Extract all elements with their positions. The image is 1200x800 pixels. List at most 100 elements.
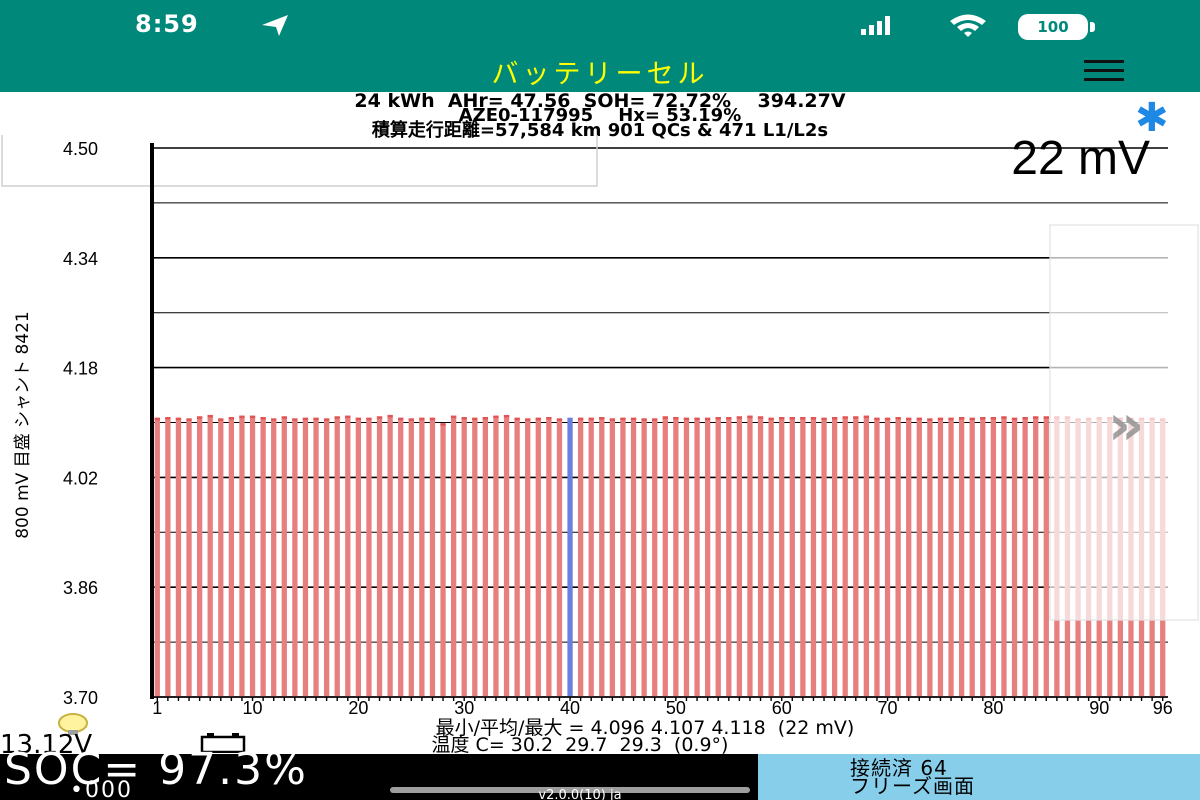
cell-bar bbox=[916, 417, 922, 697]
freeze-screen-button[interactable]: 接続済 64 フリーズ画面 bbox=[758, 754, 1200, 800]
cell-bar bbox=[757, 416, 764, 697]
cell-bar bbox=[271, 418, 277, 697]
cell-bar bbox=[1043, 416, 1049, 697]
cell-bar bbox=[747, 415, 753, 697]
cell-bar bbox=[387, 414, 393, 697]
star-icon[interactable]: ✱ bbox=[1135, 98, 1171, 138]
cell-bar bbox=[218, 418, 224, 697]
chart-bars bbox=[154, 414, 1166, 697]
cell-voltage-chart: 4.504.344.184.023.863.70 1 10 20 30 40 50 60 70 8… bbox=[1, 135, 1199, 715]
cell-bar-cap bbox=[652, 418, 658, 421]
location-arrow-icon bbox=[262, 15, 288, 36]
status-time: 8:59 bbox=[135, 10, 199, 38]
cell-bar bbox=[810, 417, 817, 697]
cell-bar-cap bbox=[334, 416, 340, 419]
soc-panel: SOC= 97.3% •000 v2.0.0(10) ja bbox=[0, 748, 758, 800]
cell-bar bbox=[461, 417, 467, 697]
cell-bar-cap bbox=[292, 418, 298, 421]
cell-bar-cap bbox=[440, 423, 446, 426]
cell-bar bbox=[715, 417, 721, 697]
cell-bar-cap bbox=[958, 417, 965, 420]
cell-bar-cap bbox=[408, 418, 414, 421]
cell-bar-cap bbox=[916, 417, 922, 421]
y-axis-label: 800 mV 目盛 シャント 8421 bbox=[13, 311, 33, 539]
cell-bar-cap bbox=[514, 417, 520, 421]
cell-bar bbox=[853, 416, 859, 697]
cell-bar bbox=[620, 417, 626, 697]
y-tick-label: 4.18 bbox=[63, 359, 98, 379]
cell-bar bbox=[683, 417, 690, 697]
cell-bar-cap bbox=[207, 414, 213, 418]
cell-bar-cap bbox=[937, 417, 944, 421]
cell-bar bbox=[874, 417, 880, 697]
page-title: バッテリーセル bbox=[491, 59, 709, 90]
cell-bar-cap bbox=[260, 417, 266, 420]
cell-bar bbox=[895, 417, 901, 697]
cell-bar-cap bbox=[906, 417, 912, 421]
cell-bar bbox=[313, 417, 319, 697]
cell-bar bbox=[599, 417, 605, 697]
cell-bar bbox=[249, 415, 256, 697]
cell-bar-cap bbox=[577, 417, 584, 421]
wifi-icon bbox=[950, 14, 986, 37]
cell-bar-cap bbox=[313, 417, 319, 421]
cell-bar bbox=[366, 417, 372, 697]
status-bar: 8:59 100 bbox=[0, 0, 1200, 48]
cell-bar bbox=[641, 418, 647, 697]
cell-bar bbox=[419, 417, 425, 697]
cell-bar-cap bbox=[736, 416, 743, 419]
cell-bar-cap bbox=[271, 418, 277, 421]
cell-bar-cap bbox=[387, 414, 393, 418]
cell-bar bbox=[408, 418, 414, 697]
cell-bar-cap bbox=[800, 417, 806, 420]
cell-bar bbox=[281, 416, 287, 697]
cell-bar bbox=[472, 417, 478, 697]
cell-bar-cap bbox=[154, 417, 160, 421]
cell-bar bbox=[1001, 416, 1007, 697]
cell-bar-cap bbox=[874, 417, 880, 421]
hamburger-menu-icon[interactable] bbox=[1080, 56, 1128, 86]
cell-bar bbox=[800, 417, 806, 697]
cell-bar-cap bbox=[366, 417, 372, 421]
cell-bar-cap bbox=[429, 417, 436, 421]
cell-bar-cap bbox=[884, 417, 891, 421]
cell-bar-cap bbox=[821, 417, 827, 421]
cell-bar bbox=[789, 417, 795, 697]
cell-bar bbox=[302, 417, 309, 697]
cell-bar-cap bbox=[609, 418, 616, 421]
cell-bar bbox=[927, 418, 933, 697]
cell-bar bbox=[652, 418, 658, 697]
y-tick-label: 4.34 bbox=[63, 249, 98, 269]
cell-bar bbox=[429, 417, 436, 697]
cell-bar-cap bbox=[779, 417, 785, 420]
cell-bar bbox=[440, 423, 446, 697]
cell-bar-cap bbox=[450, 415, 457, 419]
cell-bar bbox=[514, 417, 520, 697]
cell-bar-cap bbox=[662, 416, 668, 419]
cell-bar bbox=[958, 417, 965, 697]
cell-bar-cap bbox=[165, 417, 171, 420]
cell-bar-cap bbox=[704, 417, 711, 421]
menu-line bbox=[1084, 60, 1124, 63]
y-tick-label: 4.50 bbox=[63, 139, 98, 159]
cell-bar-cap bbox=[175, 417, 182, 421]
cell-bar-cap bbox=[419, 417, 425, 421]
cell-bar-cap bbox=[472, 417, 478, 421]
cellular-signal-icon bbox=[861, 16, 890, 35]
cell-bar-cap bbox=[673, 417, 679, 420]
cell-bar-cap bbox=[196, 416, 203, 419]
cell-bar bbox=[630, 417, 637, 697]
cell-bar-cap bbox=[1043, 416, 1049, 419]
cell-bar-cap bbox=[726, 417, 732, 420]
cell-bar-cap bbox=[556, 418, 563, 421]
cell-bar bbox=[842, 416, 848, 697]
next-page-arrow-icon[interactable]: » bbox=[1108, 393, 1144, 458]
cell-bar-cap bbox=[715, 417, 721, 420]
cell-bar-cap bbox=[186, 418, 192, 421]
app-bar: バッテリーセル bbox=[0, 48, 1200, 92]
cell-bar-cap bbox=[218, 418, 224, 421]
cell-bar bbox=[482, 417, 489, 697]
cell-bar-cap bbox=[281, 416, 287, 419]
cell-bar-cap bbox=[546, 417, 552, 420]
menu-line bbox=[1084, 78, 1124, 81]
